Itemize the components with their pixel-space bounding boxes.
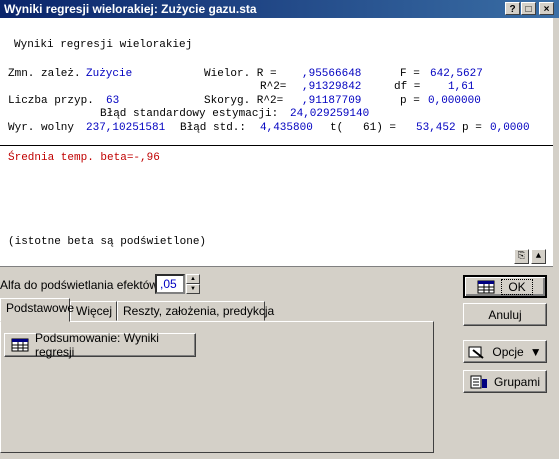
r2-value: ,91329842 — [302, 81, 362, 93]
f-value: 642,5627 — [430, 68, 483, 80]
copy-icon[interactable]: ⎘ — [514, 249, 529, 264]
intercept-label: Wyr. wolny — [8, 122, 75, 134]
df-value: 1,61 — [448, 81, 475, 93]
intercept-se-value: 4,435800 — [260, 122, 313, 134]
tab-podstawowe[interactable]: Podstawowe — [0, 298, 74, 322]
options-button[interactable]: Opcje ▼ — [463, 340, 547, 363]
ok-label: OK — [501, 278, 533, 295]
window-title: Wyniki regresji wielorakiej: Zużycie gaz… — [4, 2, 257, 16]
tab-wiecej[interactable]: Więcej — [70, 301, 117, 321]
close-button[interactable]: × — [539, 2, 554, 15]
multiple-r-value: ,95566648 — [302, 68, 362, 80]
r2-label: R^2= — [260, 81, 287, 93]
results-heading: Wyniki regresji wielorakiej — [14, 39, 193, 51]
intercept-se-label: Błąd std.: — [180, 122, 247, 134]
t-value: 53,452 — [416, 122, 456, 134]
scroll-up-icon[interactable]: ▲ — [531, 249, 546, 264]
intercept-p-value: 0,0000 — [490, 122, 530, 134]
cancel-button[interactable]: Anuluj — [463, 303, 547, 326]
separator — [0, 145, 553, 146]
n-cases-label: Liczba przyp. — [8, 95, 94, 107]
p-label: p = — [400, 95, 420, 107]
groups-label: Grupami — [493, 374, 540, 389]
alfa-label: Alfa do podświetlania efektów: — [0, 278, 162, 292]
grid-icon — [477, 280, 495, 294]
std-error-value: 24,029259140 — [290, 108, 370, 120]
p-value: 0,000000 — [428, 95, 481, 107]
n-cases-value: 63 — [106, 95, 120, 107]
spin-down-icon[interactable]: ▼ — [186, 284, 200, 294]
tab-reszty[interactable]: Reszty, założenia, predykcja — [117, 301, 274, 321]
std-error-label: Błąd standardowy estymacji: — [100, 108, 279, 120]
significance-note: (istotne beta są podświetlone) — [8, 236, 207, 248]
options-label: Opcje — [492, 344, 524, 359]
options-icon — [468, 345, 486, 359]
beta-line: Średnia temp. beta=-,96 — [8, 152, 160, 164]
summary-button-label: Podsumowanie: Wyniki regresji — [35, 331, 159, 359]
alfa-input[interactable]: ,05 — [155, 274, 185, 294]
alfa-spinner[interactable]: ▲ ▼ — [186, 274, 200, 294]
adj-r2-value: ,91187709 — [302, 95, 362, 107]
scrollbar[interactable] — [553, 18, 559, 266]
summary-button[interactable]: Podsumowanie: Wyniki regresji — [4, 331, 196, 359]
intercept-p-label: p = — [462, 122, 482, 134]
maximize-button[interactable]: □ — [521, 2, 536, 15]
groups-icon — [470, 375, 488, 389]
table-icon — [11, 338, 29, 352]
intercept-value: 237,10251581 — [86, 122, 166, 134]
title-bar: Wyniki regresji wielorakiej: Zużycie gaz… — [0, 0, 559, 18]
multiple-r-label: Wielor. R = — [204, 68, 277, 80]
results-pane[interactable]: Wyniki regresji wielorakiej Zmn. zależ. … — [0, 18, 553, 267]
chevron-down-icon: ▼ — [529, 344, 542, 359]
df-label: df = — [394, 81, 421, 93]
dep-value: Zużycie — [86, 68, 133, 80]
spin-up-icon[interactable]: ▲ — [186, 274, 200, 284]
help-button[interactable]: ? — [505, 2, 520, 15]
adj-r2-label: Skoryg. R^2= — [204, 95, 284, 107]
f-label: F = — [400, 68, 420, 80]
dep-label: Zmn. zależ. — [8, 68, 81, 80]
ok-button[interactable]: OK — [463, 275, 547, 298]
t-label: t( 61) = — [330, 122, 397, 134]
groups-button[interactable]: Grupami — [463, 370, 547, 393]
